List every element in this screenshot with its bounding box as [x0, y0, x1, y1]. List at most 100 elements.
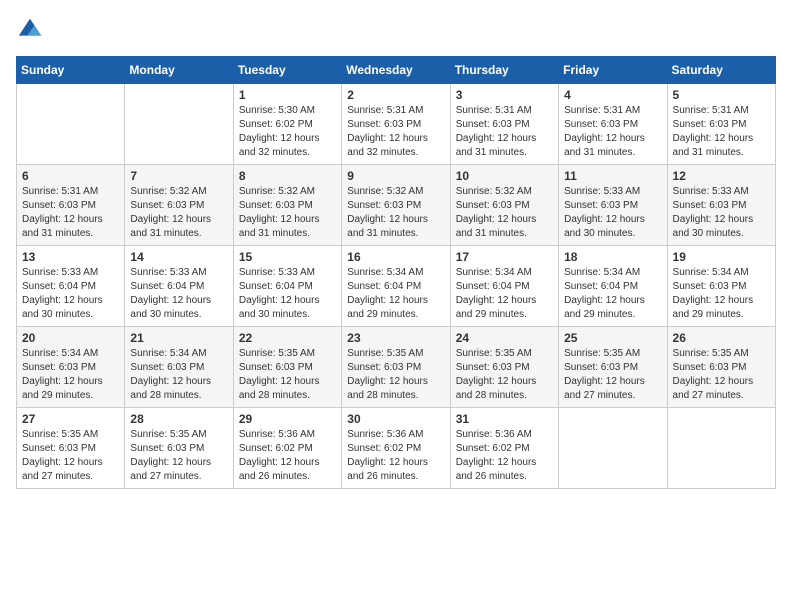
day-of-week-sunday: Sunday: [17, 57, 125, 84]
calendar-cell: 16 Sunrise: 5:34 AM Sunset: 6:04 PM Dayli…: [342, 246, 450, 327]
cell-info: Sunrise: 5:34 AM Sunset: 6:03 PM Dayligh…: [673, 266, 770, 322]
calendar-cell: 13Sunrise: 5:33 AM Sunset: 6:04 PM Dayli…: [17, 246, 125, 327]
calendar-cell: 25 Sunrise: 5:35 AM Sunset: 6:03 PM Dayli…: [559, 327, 667, 408]
calendar-cell: 24Sunrise: 5:35 AM Sunset: 6:03 PM Dayli…: [450, 327, 558, 408]
calendar-cell: 28Sunrise: 5:35 AM Sunset: 6:03 PM Dayli…: [125, 408, 233, 489]
calendar-cell: 2 Sunrise: 5:31 AM Sunset: 6:03 PM Daylig…: [342, 84, 450, 165]
cell-info: Sunrise: 5:31 AM Sunset: 6:03 PM Dayligh…: [673, 104, 770, 160]
calendar-cell: 7Sunrise: 5:32 AM Sunset: 6:03 PM Daylig…: [125, 165, 233, 246]
calendar-header: SundayMondayTuesdayWednesdayThursdayFrid…: [17, 57, 776, 84]
calendar-cell: [17, 84, 125, 165]
cell-info: Sunrise: 5:33 AM Sunset: 6:04 PM Dayligh…: [239, 266, 336, 322]
day-number: 3: [456, 88, 553, 102]
day-of-week-wednesday: Wednesday: [342, 57, 450, 84]
day-number: 20: [22, 331, 119, 345]
calendar-cell: 15 Sunrise: 5:33 AM Sunset: 6:04 PM Dayli…: [233, 246, 341, 327]
logo: [16, 16, 48, 44]
day-of-week-thursday: Thursday: [450, 57, 558, 84]
cell-info: Sunrise: 5:36 AM Sunset: 6:02 PM Dayligh…: [347, 428, 444, 484]
day-number: 27: [22, 412, 119, 426]
day-number: 23: [347, 331, 444, 345]
day-number: 2: [347, 88, 444, 102]
day-number: 4: [564, 88, 661, 102]
cell-info: Sunrise: 5:34 AM Sunset: 6:03 PM Dayligh…: [22, 347, 119, 403]
day-number: 25: [564, 331, 661, 345]
cell-info: Sunrise: 5:30 AM Sunset: 6:02 PM Dayligh…: [239, 104, 336, 160]
calendar-cell: 5 Sunrise: 5:31 AM Sunset: 6:03 PM Daylig…: [667, 84, 775, 165]
calendar-cell: 20 Sunrise: 5:34 AM Sunset: 6:03 PM Dayli…: [17, 327, 125, 408]
cell-info: Sunrise: 5:31 AM Sunset: 6:03 PM Dayligh…: [22, 185, 119, 241]
day-of-week-tuesday: Tuesday: [233, 57, 341, 84]
day-number: 26: [673, 331, 770, 345]
calendar-cell: 3Sunrise: 5:31 AM Sunset: 6:03 PM Daylig…: [450, 84, 558, 165]
day-of-week-friday: Friday: [559, 57, 667, 84]
day-number: 22: [239, 331, 336, 345]
cell-info: Sunrise: 5:31 AM Sunset: 6:03 PM Dayligh…: [564, 104, 661, 160]
calendar-cell: 21 Sunrise: 5:34 AM Sunset: 6:03 PM Dayli…: [125, 327, 233, 408]
calendar-cell: 30 Sunrise: 5:36 AM Sunset: 6:02 PM Dayli…: [342, 408, 450, 489]
cell-info: Sunrise: 5:35 AM Sunset: 6:03 PM Dayligh…: [673, 347, 770, 403]
day-number: 29: [239, 412, 336, 426]
calendar-week-row: 13Sunrise: 5:33 AM Sunset: 6:04 PM Dayli…: [17, 246, 776, 327]
calendar-week-row: 27Sunrise: 5:35 AM Sunset: 6:03 PM Dayli…: [17, 408, 776, 489]
page-header: [16, 16, 776, 44]
calendar-table: SundayMondayTuesdayWednesdayThursdayFrid…: [16, 56, 776, 489]
calendar-body: 1 Sunrise: 5:30 AM Sunset: 6:02 PM Daylig…: [17, 84, 776, 489]
calendar-cell: 22 Sunrise: 5:35 AM Sunset: 6:03 PM Dayli…: [233, 327, 341, 408]
day-number: 31: [456, 412, 553, 426]
day-number: 21: [130, 331, 227, 345]
day-number: 16: [347, 250, 444, 264]
day-number: 9: [347, 169, 444, 183]
calendar-cell: [667, 408, 775, 489]
logo-icon: [16, 16, 44, 44]
calendar-cell: 26 Sunrise: 5:35 AM Sunset: 6:03 PM Dayli…: [667, 327, 775, 408]
day-number: 6: [22, 169, 119, 183]
calendar-cell: 8 Sunrise: 5:32 AM Sunset: 6:03 PM Daylig…: [233, 165, 341, 246]
day-number: 14: [130, 250, 227, 264]
calendar-cell: 1 Sunrise: 5:30 AM Sunset: 6:02 PM Daylig…: [233, 84, 341, 165]
cell-info: Sunrise: 5:33 AM Sunset: 6:04 PM Dayligh…: [130, 266, 227, 322]
day-number: 30: [347, 412, 444, 426]
cell-info: Sunrise: 5:34 AM Sunset: 6:03 PM Dayligh…: [130, 347, 227, 403]
day-number: 28: [130, 412, 227, 426]
day-number: 18: [564, 250, 661, 264]
calendar-cell: 6 Sunrise: 5:31 AM Sunset: 6:03 PM Daylig…: [17, 165, 125, 246]
calendar-cell: 27Sunrise: 5:35 AM Sunset: 6:03 PM Dayli…: [17, 408, 125, 489]
day-number: 8: [239, 169, 336, 183]
day-number: 1: [239, 88, 336, 102]
calendar-cell: 29Sunrise: 5:36 AM Sunset: 6:02 PM Dayli…: [233, 408, 341, 489]
cell-info: Sunrise: 5:34 AM Sunset: 6:04 PM Dayligh…: [347, 266, 444, 322]
cell-info: Sunrise: 5:35 AM Sunset: 6:03 PM Dayligh…: [564, 347, 661, 403]
cell-info: Sunrise: 5:33 AM Sunset: 6:04 PM Dayligh…: [22, 266, 119, 322]
day-number: 12: [673, 169, 770, 183]
calendar-cell: 4 Sunrise: 5:31 AM Sunset: 6:03 PM Daylig…: [559, 84, 667, 165]
day-number: 10: [456, 169, 553, 183]
cell-info: Sunrise: 5:33 AM Sunset: 6:03 PM Dayligh…: [673, 185, 770, 241]
calendar-week-row: 1 Sunrise: 5:30 AM Sunset: 6:02 PM Daylig…: [17, 84, 776, 165]
day-of-week-saturday: Saturday: [667, 57, 775, 84]
calendar-cell: 18 Sunrise: 5:34 AM Sunset: 6:04 PM Dayli…: [559, 246, 667, 327]
cell-info: Sunrise: 5:32 AM Sunset: 6:03 PM Dayligh…: [239, 185, 336, 241]
cell-info: Sunrise: 5:34 AM Sunset: 6:04 PM Dayligh…: [564, 266, 661, 322]
cell-info: Sunrise: 5:31 AM Sunset: 6:03 PM Dayligh…: [347, 104, 444, 160]
cell-info: Sunrise: 5:33 AM Sunset: 6:03 PM Dayligh…: [564, 185, 661, 241]
day-number: 19: [673, 250, 770, 264]
cell-info: Sunrise: 5:34 AM Sunset: 6:04 PM Dayligh…: [456, 266, 553, 322]
day-number: 15: [239, 250, 336, 264]
day-number: 5: [673, 88, 770, 102]
calendar-cell: 10 Sunrise: 5:32 AM Sunset: 6:03 PM Dayli…: [450, 165, 558, 246]
cell-info: Sunrise: 5:35 AM Sunset: 6:03 PM Dayligh…: [347, 347, 444, 403]
calendar-week-row: 20 Sunrise: 5:34 AM Sunset: 6:03 PM Dayli…: [17, 327, 776, 408]
calendar-cell: 31 Sunrise: 5:36 AM Sunset: 6:02 PM Dayli…: [450, 408, 558, 489]
day-number: 17: [456, 250, 553, 264]
cell-info: Sunrise: 5:35 AM Sunset: 6:03 PM Dayligh…: [239, 347, 336, 403]
calendar-cell: 17 Sunrise: 5:34 AM Sunset: 6:04 PM Dayli…: [450, 246, 558, 327]
day-number: 7: [130, 169, 227, 183]
cell-info: Sunrise: 5:36 AM Sunset: 6:02 PM Dayligh…: [456, 428, 553, 484]
calendar-cell: [125, 84, 233, 165]
cell-info: Sunrise: 5:32 AM Sunset: 6:03 PM Dayligh…: [347, 185, 444, 241]
calendar-cell: [559, 408, 667, 489]
cell-info: Sunrise: 5:32 AM Sunset: 6:03 PM Dayligh…: [456, 185, 553, 241]
day-of-week-monday: Monday: [125, 57, 233, 84]
calendar-cell: 12 Sunrise: 5:33 AM Sunset: 6:03 PM Dayli…: [667, 165, 775, 246]
